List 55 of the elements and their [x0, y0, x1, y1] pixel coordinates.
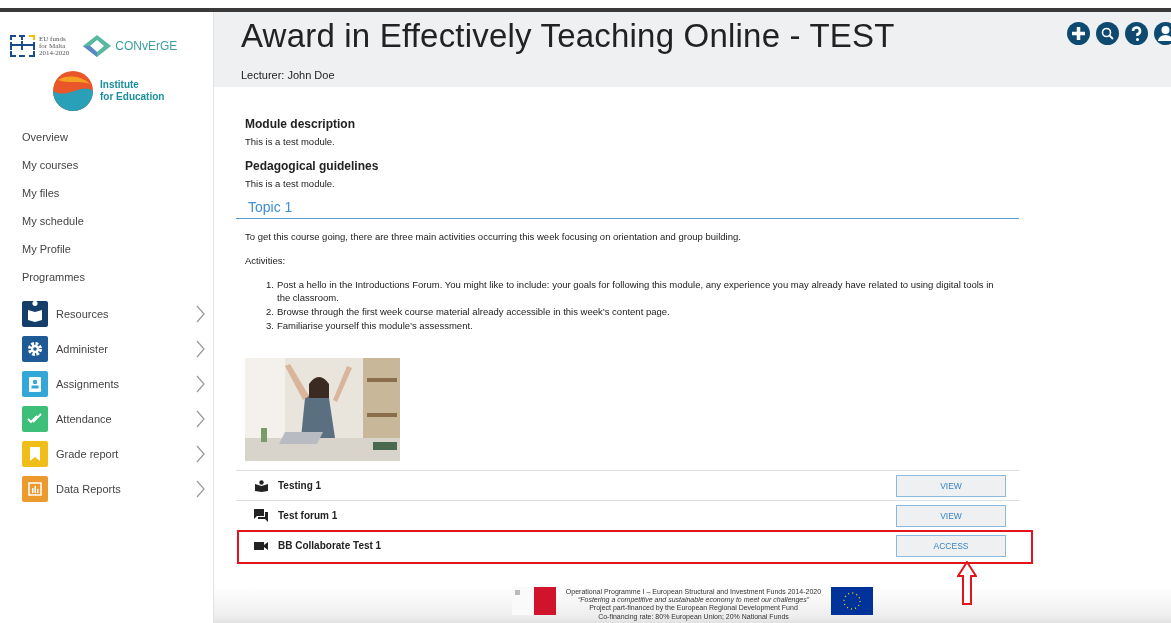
chevron-right-icon — [196, 374, 205, 393]
nav-item[interactable]: Resources — [0, 296, 205, 331]
activity-name[interactable]: Test forum 1 — [278, 510, 896, 521]
nav-item[interactable]: Administer — [0, 331, 205, 366]
step-number: 3. — [266, 319, 275, 332]
eu-flag — [831, 587, 874, 615]
activity-step: Familiarise yourself this module’s assessment. — [277, 319, 1006, 332]
activity-name[interactable]: Testing 1 — [278, 480, 896, 491]
activity-name[interactable]: BB Collaborate Test 1 — [278, 540, 896, 551]
access-button[interactable]: ACCESS — [896, 534, 1006, 557]
activity-step: Browse through the first week course material already accessible in this week’s content page. — [277, 305, 1006, 318]
chevron-right-icon — [196, 304, 205, 323]
annotation-arrow — [957, 561, 977, 605]
search-icon[interactable] — [1096, 22, 1119, 45]
nav-link[interactable]: My courses — [0, 156, 213, 184]
topic-heading: Topic 1 — [236, 199, 1019, 219]
topic-intro: To get this course going, there are three main activities occurring this week focusing on orientation and group building. — [244, 231, 742, 242]
nav-link[interactable]: My files — [0, 184, 213, 212]
help-icon[interactable] — [1125, 22, 1148, 45]
video-camera-icon — [254, 540, 268, 551]
nav-link[interactable]: My schedule — [0, 212, 213, 240]
chevron-right-icon — [196, 479, 205, 498]
view-button[interactable]: VIEW — [896, 504, 1006, 527]
chevron-right-icon — [196, 409, 205, 428]
section-heading: Pedagogical guidelines — [244, 159, 380, 173]
view-button[interactable]: VIEW — [896, 474, 1006, 497]
nav-item[interactable]: Assignments — [0, 366, 205, 401]
nav-item[interactable]: Attendance — [0, 401, 205, 436]
chat-icon — [254, 509, 268, 522]
chevron-right-icon — [196, 444, 205, 463]
logo-text: Institute — [100, 79, 140, 91]
book-icon — [254, 479, 268, 492]
eu-funds-logo — [10, 35, 35, 57]
nav-item[interactable]: Data Reports — [0, 471, 205, 506]
course-title: Award in Effectively Teaching Online - TEST — [241, 18, 895, 54]
logo-text: for Education — [100, 91, 165, 103]
user-icon[interactable] — [1154, 22, 1171, 45]
nav-item[interactable]: Grade report — [0, 436, 205, 471]
chevron-right-icon — [196, 339, 205, 358]
nav-link[interactable]: My Profile — [0, 240, 213, 268]
section-text: This is a test module. — [244, 178, 336, 189]
section-heading: Module description — [244, 117, 356, 131]
nav-link[interactable]: Programmes — [0, 268, 213, 296]
malta-flag — [511, 587, 556, 615]
institute-logo — [52, 70, 94, 112]
logo-text: CONvErGE — [115, 39, 178, 53]
activity-step: Post a hello in the Introductions Forum. You might like to include: your goals for following this module, any experience you may already have related to using digital tools in the classroom. — [277, 278, 1006, 304]
section-text: This is a test module. — [244, 136, 336, 147]
lecturer-name: Lecturer: John Doe — [241, 69, 336, 81]
activities-label: Activities: — [244, 255, 287, 266]
converge-logo — [83, 35, 112, 57]
step-number: 2. — [266, 305, 275, 318]
step-number: 1. — [266, 278, 275, 292]
add-icon[interactable] — [1067, 22, 1090, 45]
nav-link[interactable]: Overview — [0, 128, 213, 156]
